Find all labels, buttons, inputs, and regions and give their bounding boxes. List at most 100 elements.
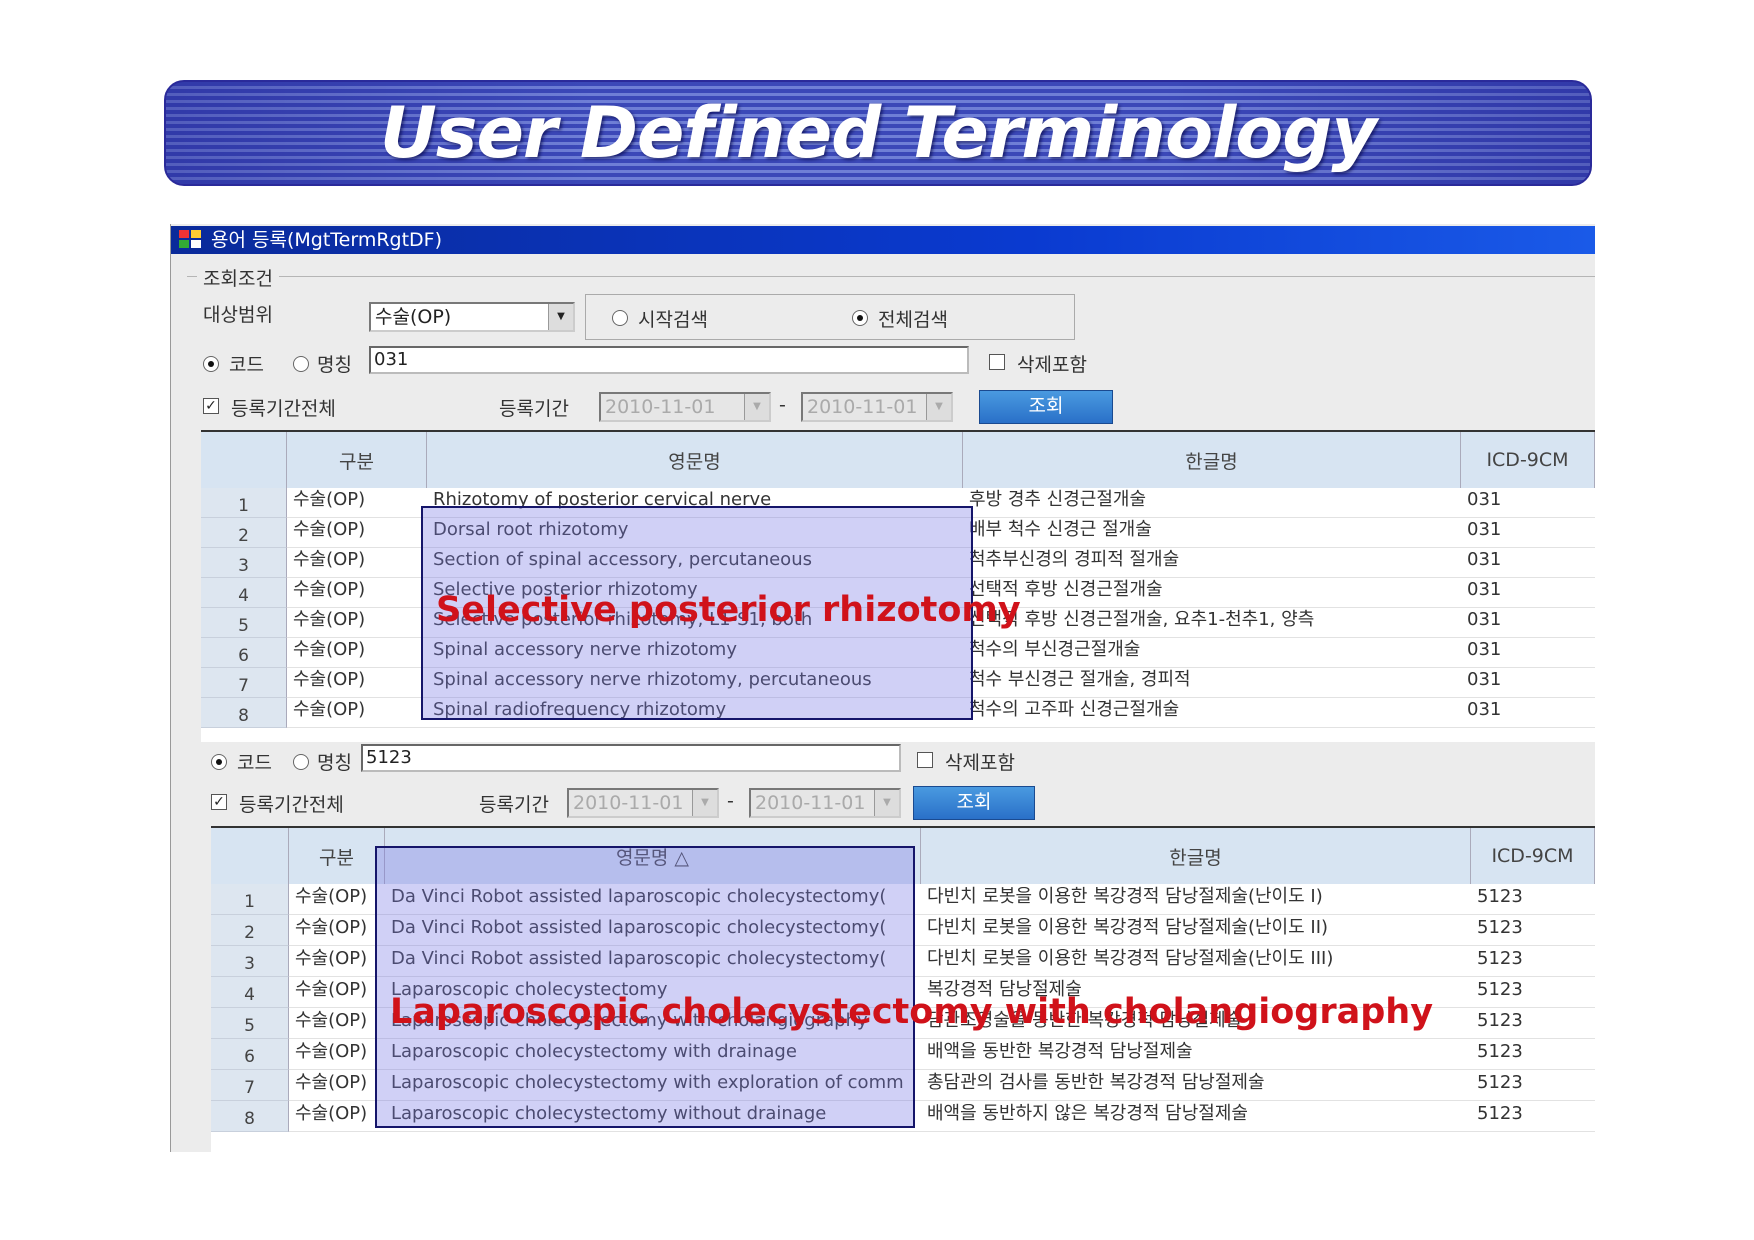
radio-name[interactable] — [293, 356, 309, 372]
window-titlebar[interactable]: 용어 등록(MgtTermRgtDF) — [171, 226, 1595, 254]
row-number[interactable]: 8 — [201, 698, 287, 728]
row-number[interactable]: 6 — [201, 638, 287, 668]
grid-cell[interactable]: 총담관의 검사를 동반한 복강경적 담낭절제술 — [921, 1070, 1471, 1101]
row-number[interactable]: 4 — [211, 977, 289, 1008]
chevron-down-icon[interactable]: ▼ — [744, 394, 769, 420]
grid-cell[interactable]: 수술(OP) — [287, 488, 427, 518]
radio-name[interactable] — [293, 754, 309, 770]
grid-cell[interactable]: 5123 — [1471, 1070, 1595, 1101]
grid-cell[interactable]: 수술(OP) — [289, 1101, 385, 1132]
date-to-picker[interactable]: 2010-11-01 ▼ — [801, 392, 953, 422]
grid-cell[interactable]: 다빈치 로봇을 이용한 복강경적 담낭절제술(난이도 II) — [921, 915, 1471, 946]
grid-cell[interactable]: 5123 — [1471, 1039, 1595, 1070]
row-number[interactable]: 1 — [201, 488, 287, 518]
grid-cell[interactable]: 척수의 부신경근절개술 — [963, 638, 1461, 668]
grid-cell[interactable]: 수술(OP) — [289, 884, 385, 915]
chevron-down-icon[interactable]: ▼ — [874, 790, 899, 816]
grid-cell[interactable]: 배액을 동반하지 않은 복강경적 담낭절제술 — [921, 1101, 1471, 1132]
grid-cell[interactable]: 5123 — [1471, 884, 1595, 915]
grid-cell[interactable]: 5123 — [1471, 1101, 1595, 1132]
grid-cell[interactable]: 후방 경추 신경근절개술 — [963, 488, 1461, 518]
grid-cell[interactable]: 수술(OP) — [287, 518, 427, 548]
period-all-checkbox[interactable]: ✓ — [211, 794, 227, 810]
date-to-picker[interactable]: 2010-11-01 ▼ — [749, 788, 901, 818]
row-number[interactable]: 1 — [211, 884, 289, 915]
scope-select[interactable]: 수술(OP) ▼ — [369, 302, 575, 332]
grid-cell[interactable]: 031 — [1461, 638, 1595, 668]
radio-code[interactable] — [211, 754, 227, 770]
grid-cell[interactable]: 선택적 후방 신경근절개술, 요추1-천추1, 양측 — [963, 608, 1461, 638]
grid-cell[interactable]: 031 — [1461, 608, 1595, 638]
column-header[interactable]: ICD-9CM — [1461, 432, 1595, 488]
grid-cell[interactable]: 수술(OP) — [287, 638, 427, 668]
search-button[interactable]: 조회 — [979, 390, 1113, 424]
grid-cell[interactable]: 031 — [1461, 578, 1595, 608]
grid-cell[interactable]: 031 — [1461, 548, 1595, 578]
date-from-picker[interactable]: 2010-11-01 ▼ — [567, 788, 719, 818]
grid-cell[interactable]: 수술(OP) — [289, 946, 385, 977]
grid-cell[interactable]: 척추부신경의 경피적 절개술 — [963, 548, 1461, 578]
radio-start-label: 시작검색 — [638, 309, 708, 331]
delete-include-checkbox[interactable] — [989, 354, 1005, 370]
row-number[interactable]: 7 — [211, 1070, 289, 1101]
grid-cell[interactable]: 5123 — [1471, 915, 1595, 946]
column-header[interactable]: 한글명 — [921, 828, 1471, 884]
column-header[interactable]: 구분 — [287, 432, 427, 488]
row-number[interactable]: 8 — [211, 1101, 289, 1132]
grid-cell[interactable]: 배액을 동반한 복강경적 담낭절제술 — [921, 1039, 1471, 1070]
column-header[interactable]: 한글명 — [963, 432, 1461, 488]
period-all-checkbox[interactable]: ✓ — [203, 398, 219, 414]
grid-cell[interactable]: 수술(OP) — [287, 578, 427, 608]
grid-cell[interactable]: 수술(OP) — [289, 1070, 385, 1101]
row-number[interactable]: 5 — [201, 608, 287, 638]
delete-include-label: 삭제포함 — [945, 752, 1015, 774]
grid-cell[interactable]: 수술(OP) — [289, 915, 385, 946]
row-number[interactable]: 5 — [211, 1008, 289, 1039]
row-number[interactable]: 2 — [201, 518, 287, 548]
chevron-down-icon[interactable]: ▼ — [548, 304, 573, 330]
chevron-down-icon[interactable]: ▼ — [926, 394, 951, 420]
grid-cell[interactable]: 다빈치 로봇을 이용한 복강경적 담낭절제술(난이도 III) — [921, 946, 1471, 977]
grid-cell[interactable]: 다빈치 로봇을 이용한 복강경적 담낭절제술(난이도 I) — [921, 884, 1471, 915]
radio-all-search[interactable] — [852, 310, 868, 326]
grid-cell[interactable]: 031 — [1461, 668, 1595, 698]
radio-start-search[interactable] — [612, 310, 628, 326]
row-number[interactable]: 3 — [201, 548, 287, 578]
column-header[interactable]: 구분 — [289, 828, 385, 884]
date-from-picker[interactable]: 2010-11-01 ▼ — [599, 392, 771, 422]
search-input[interactable]: 031 — [369, 346, 969, 374]
column-header[interactable]: 영문명 — [427, 432, 963, 488]
highlight-box — [375, 846, 915, 1128]
search-input[interactable]: 5123 — [361, 744, 901, 772]
grid-cell[interactable]: 5123 — [1471, 977, 1595, 1008]
grid-cell[interactable]: 수술(OP) — [289, 977, 385, 1008]
grid-cell[interactable]: 수술(OP) — [289, 1008, 385, 1039]
date-to-value: 2010-11-01 — [807, 396, 918, 418]
row-number[interactable]: 3 — [211, 946, 289, 977]
grid-cell[interactable]: 5123 — [1471, 1008, 1595, 1039]
search-button[interactable]: 조회 — [913, 786, 1035, 820]
grid-cell[interactable]: 수술(OP) — [287, 608, 427, 638]
column-header[interactable]: ICD-9CM — [1471, 828, 1595, 884]
row-number[interactable]: 2 — [211, 915, 289, 946]
overlay-caption: Selective posterior rhizotomy — [436, 590, 1021, 630]
row-number[interactable]: 6 — [211, 1039, 289, 1070]
grid-cell[interactable]: 031 — [1461, 518, 1595, 548]
grid-cell[interactable]: 수술(OP) — [287, 698, 427, 728]
grid-cell[interactable]: 배부 척수 신경근 절개술 — [963, 518, 1461, 548]
grid-cell[interactable]: 수술(OP) — [287, 548, 427, 578]
date-from-value: 2010-11-01 — [605, 396, 716, 418]
grid-cell[interactable]: 031 — [1461, 698, 1595, 728]
grid-cell[interactable]: 척수의 고주파 신경근절개술 — [963, 698, 1461, 728]
row-number[interactable]: 4 — [201, 578, 287, 608]
grid-cell[interactable]: 5123 — [1471, 946, 1595, 977]
chevron-down-icon[interactable]: ▼ — [692, 790, 717, 816]
grid-cell[interactable]: 선택적 후방 신경근절개술 — [963, 578, 1461, 608]
grid-cell[interactable]: 수술(OP) — [287, 668, 427, 698]
grid-cell[interactable]: 척수 부신경근 절개술, 경피적 — [963, 668, 1461, 698]
radio-code[interactable] — [203, 356, 219, 372]
grid-cell[interactable]: 수술(OP) — [289, 1039, 385, 1070]
grid-cell[interactable]: 031 — [1461, 488, 1595, 518]
row-number[interactable]: 7 — [201, 668, 287, 698]
delete-include-checkbox[interactable] — [917, 752, 933, 768]
